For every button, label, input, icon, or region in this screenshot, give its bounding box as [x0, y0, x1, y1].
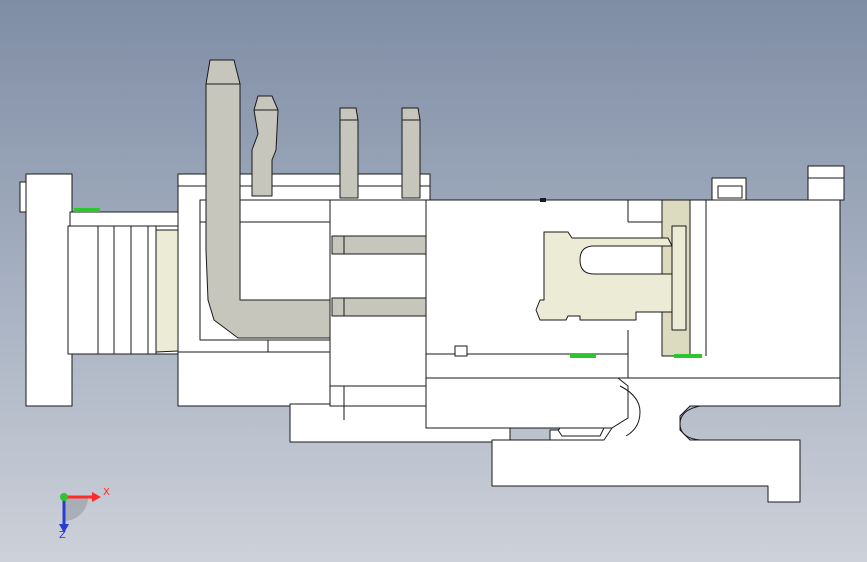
axis-x-label: X [103, 487, 110, 498]
axis-z-label: Z [59, 530, 66, 541]
axis-triad [59, 492, 101, 533]
cad-viewport[interactable]: X Z [0, 0, 867, 562]
y-axis-icon [60, 493, 68, 501]
